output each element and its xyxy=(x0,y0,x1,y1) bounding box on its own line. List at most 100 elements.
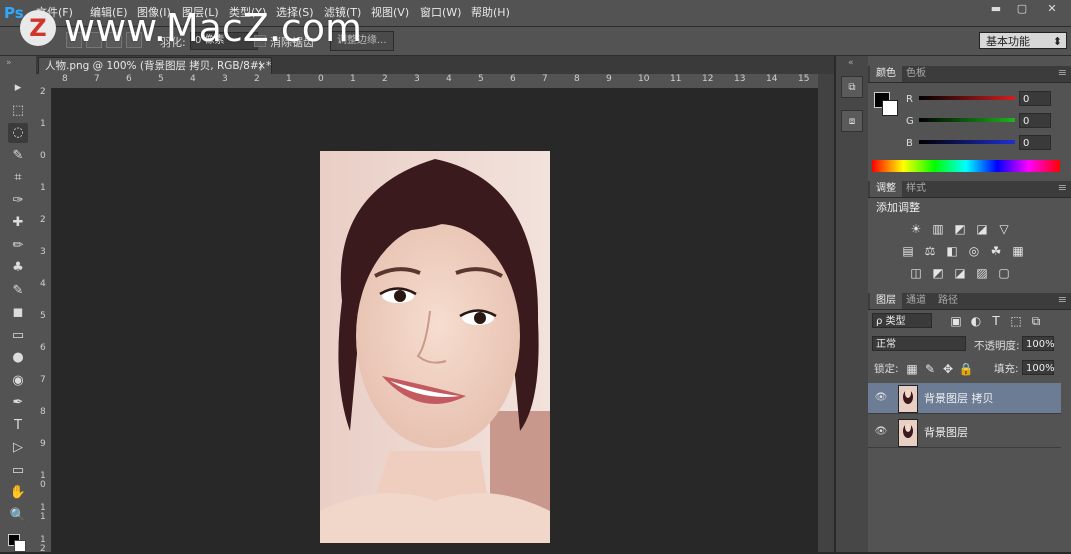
layer-name: 背景图层 xyxy=(924,426,968,439)
channel-b-label: B xyxy=(906,138,913,149)
history-brush-tool-icon[interactable]: ✎ xyxy=(8,281,28,301)
fill-input[interactable]: 100% xyxy=(1022,360,1055,375)
filter-adjust-icon[interactable]: ◐ xyxy=(968,314,984,328)
adjustment-icons_row1-3-icon[interactable]: ◪ xyxy=(974,222,990,236)
opacity-label: 不透明度: xyxy=(974,340,1020,352)
collapse-icon[interactable]: « xyxy=(848,58,854,68)
adjustment-icons_row1-1-icon[interactable]: ▥ xyxy=(930,222,946,236)
clone-stamp-tool-icon[interactable]: ♣ xyxy=(8,258,28,278)
workspace-select[interactable]: 基本功能 ⬍ xyxy=(979,32,1067,49)
blur-tool-icon[interactable]: ● xyxy=(8,348,28,368)
adjustment-icons_row3-4-icon[interactable]: ▢ xyxy=(996,266,1012,280)
healing-brush-tool-icon[interactable]: ✚ xyxy=(8,213,28,233)
filter-pixel-icon[interactable]: ▣ xyxy=(948,314,964,328)
channel-r-slider[interactable] xyxy=(919,96,1015,100)
background-color-swatch[interactable] xyxy=(882,100,898,116)
adjustment-icons_row3-0-icon[interactable]: ◫ xyxy=(908,266,924,280)
lock-paint-icon[interactable]: ✎ xyxy=(922,362,938,376)
eyedropper-tool-icon[interactable]: ✑ xyxy=(8,191,28,211)
layer-row[interactable]: 👁 背景图层 xyxy=(868,417,1061,448)
adjustment-icons_row1-2-icon[interactable]: ◩ xyxy=(952,222,968,236)
lock-all-icon[interactable]: 🔒 xyxy=(958,362,974,376)
layer-filter-select[interactable]: ρ 类型 xyxy=(872,313,932,328)
menu-help[interactable]: 帮助(H) xyxy=(471,0,510,26)
channel-b-slider[interactable] xyxy=(919,140,1015,144)
type-tool-icon[interactable]: T xyxy=(8,416,28,436)
ruler-top[interactable]: 8 7 6 5 4 3 2 1 0 1 2 3 4 5 6 7 8 9 10 11 12 13 14 15 xyxy=(52,74,818,89)
ruler-left[interactable]: 2101234567891 01 11 2 xyxy=(36,87,52,554)
adjustment-icons_row2-0-icon[interactable]: ▤ xyxy=(900,244,916,258)
ruler-top-label: 12 xyxy=(702,74,714,84)
marquee-tool-icon[interactable]: ⬚ xyxy=(8,101,28,121)
vertical-scrollbar[interactable] xyxy=(818,74,834,552)
visibility-eye-icon[interactable]: 👁 xyxy=(874,425,888,439)
adjustment-icons_row1-0-icon[interactable]: ☀ xyxy=(908,222,924,236)
layer-row[interactable]: 👁 背景图层 拷贝 xyxy=(868,383,1061,414)
history-panel-icon[interactable]: ⧉ xyxy=(841,76,863,98)
filter-type-icon[interactable]: T xyxy=(988,314,1004,328)
adjustment-icons_row3-2-icon[interactable]: ◪ xyxy=(952,266,968,280)
filter-shape-icon[interactable]: ⬚ xyxy=(1008,314,1024,328)
ruler-left-label: 9 xyxy=(40,439,46,449)
pen-tool-icon[interactable]: ✒ xyxy=(8,393,28,413)
tab-color[interactable]: 颜色 xyxy=(870,66,902,82)
minimize-button[interactable]: ▬ xyxy=(987,2,1005,16)
adjustment-icons_row1-4-icon[interactable]: ▽ xyxy=(996,222,1012,236)
tab-layers[interactable]: 图层 xyxy=(870,293,902,309)
channel-g-slider[interactable] xyxy=(919,118,1015,122)
blend-mode-select[interactable]: 正常 xyxy=(872,336,966,351)
tab-styles[interactable]: 样式 xyxy=(900,181,932,197)
adjustment-icons_row3-1-icon[interactable]: ◩ xyxy=(930,266,946,280)
zoom-tool-icon[interactable]: 🔍 xyxy=(8,506,28,526)
menu-window[interactable]: 窗口(W) xyxy=(420,0,461,26)
ruler-left-label: 6 xyxy=(40,343,46,353)
properties-panel-icon[interactable]: ⧈ xyxy=(841,110,863,132)
document-tab-title: 人物.png @ 100% (背景图层 拷贝, RGB/8#) * xyxy=(45,60,272,72)
hand-tool-icon[interactable]: ✋ xyxy=(8,483,28,503)
adjustment-icons_row2-1-icon[interactable]: ⚖ xyxy=(922,244,938,258)
tab-adjustments[interactable]: 调整 xyxy=(870,181,902,197)
eraser-tool-icon[interactable]: ◼ xyxy=(8,303,28,323)
adjustment-icons_row2-4-icon[interactable]: ☘ xyxy=(988,244,1004,258)
crop-tool-icon[interactable]: ⌗ xyxy=(8,168,28,188)
quick-select-tool-icon[interactable]: ✎ xyxy=(8,146,28,166)
close-window-button[interactable]: ✕ xyxy=(1043,2,1061,16)
channel-b-input[interactable]: 0 xyxy=(1019,135,1051,150)
tab-swatches[interactable]: 色板 xyxy=(900,66,932,82)
background-color-swatch[interactable] xyxy=(14,540,26,552)
tab-channels[interactable]: 通道 xyxy=(900,293,932,309)
lock-move-icon[interactable]: ✥ xyxy=(940,362,956,376)
adjustment-icons_row3-3-icon[interactable]: ▨ xyxy=(974,266,990,280)
adjustment-icons_row2-2-icon[interactable]: ◧ xyxy=(944,244,960,258)
ruler-left-label: 2 xyxy=(40,87,46,97)
channel-r-input[interactable]: 0 xyxy=(1019,91,1051,106)
lock-transparent-icon[interactable]: ▦ xyxy=(904,362,920,376)
channel-g-input[interactable]: 0 xyxy=(1019,113,1051,128)
color-spectrum[interactable] xyxy=(872,160,1060,172)
brush-tool-icon[interactable]: ✏ xyxy=(8,236,28,256)
panel-menu-icon[interactable]: ≡ xyxy=(1058,181,1067,194)
close-icon[interactable]: × xyxy=(257,58,266,75)
tab-paths[interactable]: 路径 xyxy=(932,293,964,309)
portrait-photo[interactable] xyxy=(320,151,550,543)
adjustment-icons_row2-3-icon[interactable]: ◎ xyxy=(966,244,982,258)
dodge-tool-icon[interactable]: ◉ xyxy=(8,371,28,391)
opacity-input[interactable]: 100% xyxy=(1022,336,1055,351)
document-tab[interactable]: 人物.png @ 100% (背景图层 拷贝, RGB/8#) * × xyxy=(38,57,272,74)
shape-tool-icon[interactable]: ▭ xyxy=(8,461,28,481)
adjustment-icons_row2-5-icon[interactable]: ▦ xyxy=(1010,244,1026,258)
ruler-top-label: 11 xyxy=(670,74,682,84)
collapse-icon[interactable]: » xyxy=(6,58,12,68)
maximize-button[interactable]: ▢ xyxy=(1013,2,1031,16)
gradient-tool-icon[interactable]: ▭ xyxy=(8,326,28,346)
move-tool-icon[interactable]: ▸ xyxy=(8,78,28,98)
filter-smart-icon[interactable]: ⧉ xyxy=(1028,314,1044,328)
path-select-tool-icon[interactable]: ▷ xyxy=(8,438,28,458)
channel-r-label: R xyxy=(906,94,913,105)
visibility-eye-icon[interactable]: 👁 xyxy=(874,391,888,405)
panel-menu-icon[interactable]: ≡ xyxy=(1058,66,1067,79)
color-panel-tabs: 颜色 色板 ≡ xyxy=(868,66,1071,83)
lasso-tool-icon[interactable]: ◌ xyxy=(8,123,28,143)
panel-menu-icon[interactable]: ≡ xyxy=(1058,293,1067,306)
ruler-top-label: 3 xyxy=(222,74,228,84)
